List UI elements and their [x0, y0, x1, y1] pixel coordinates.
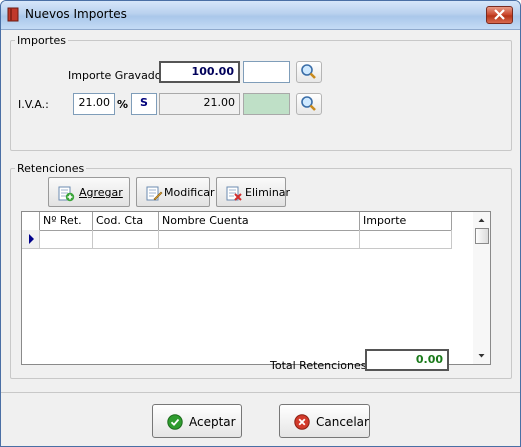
- importe-gravado-search-button[interactable]: [296, 61, 322, 83]
- current-row-arrow-icon: [29, 234, 34, 244]
- total-retenciones-field: 0.00: [365, 349, 449, 371]
- add-document-icon: [58, 186, 75, 202]
- eliminar-button[interactable]: Eliminar: [216, 177, 290, 207]
- iva-rate-field[interactable]: 21.00: [73, 93, 115, 115]
- delete-document-icon: [226, 186, 242, 201]
- close-button[interactable]: [486, 6, 513, 24]
- column-header-nro-ret[interactable]: Nº Ret.: [40, 212, 93, 230]
- agregar-label: Agregar: [79, 186, 123, 199]
- cancel-label: Cancelar: [316, 415, 369, 429]
- title-bar[interactable]: Nuevos Importes: [1, 1, 520, 30]
- table-row[interactable]: [22, 230, 452, 249]
- column-header-importe[interactable]: Importe: [360, 212, 452, 230]
- magnifier-icon: [301, 64, 316, 79]
- iva-search-button[interactable]: [296, 93, 322, 115]
- cell-nombre-cuenta[interactable]: [159, 230, 360, 248]
- cell-nro-ret[interactable]: [40, 230, 93, 248]
- checkmark-icon: [167, 414, 183, 430]
- iva-extra-field: [243, 93, 290, 115]
- importe-gravado-label: Importe Gravado:: [68, 69, 166, 82]
- window-title: Nuevos Importes: [25, 7, 127, 21]
- agregar-button[interactable]: Agregar: [48, 177, 130, 207]
- magnifier-icon: [301, 96, 316, 111]
- importe-gravado-field[interactable]: 100.00: [159, 61, 240, 83]
- eliminar-label: Eliminar: [245, 186, 291, 199]
- cancel-icon: [294, 414, 310, 430]
- iva-flag-field[interactable]: S: [131, 93, 157, 115]
- grid-header: Nº Ret. Cod. Cta Nombre Cuenta Importe: [22, 212, 452, 231]
- percent-sign: %: [117, 98, 129, 111]
- scroll-up-arrow-icon[interactable]: [473, 214, 490, 226]
- edit-document-icon: [146, 186, 163, 201]
- total-retenciones-label: Total Retenciones:: [270, 359, 371, 372]
- accept-button[interactable]: Aceptar: [152, 404, 242, 438]
- importes-legend: Importes: [17, 34, 67, 47]
- dialog-body: Importes Importe Gravado: 100.00 I.V.A.:…: [1, 30, 520, 446]
- dialog-window: Nuevos Importes Importes Importe Gravado…: [0, 0, 521, 447]
- footer-divider: [1, 392, 520, 393]
- row-indicator: [22, 230, 40, 248]
- grid-vertical-scrollbar[interactable]: [473, 212, 490, 364]
- close-icon: [494, 9, 505, 20]
- retenciones-legend: Retenciones: [17, 162, 85, 175]
- cancel-button[interactable]: Cancelar: [279, 404, 370, 438]
- cell-importe[interactable]: [360, 230, 452, 248]
- importe-gravado-extra-field[interactable]: [243, 61, 290, 83]
- accept-label: Aceptar: [189, 415, 236, 429]
- iva-label: I.V.A.:: [18, 98, 49, 111]
- modificar-label: Modificar: [164, 186, 215, 199]
- cell-cod-cta[interactable]: [93, 230, 159, 248]
- column-header-cod-cta[interactable]: Cod. Cta: [93, 212, 159, 230]
- modificar-button[interactable]: Modificar: [136, 177, 215, 207]
- scroll-down-arrow-icon[interactable]: [473, 350, 490, 362]
- scroll-thumb[interactable]: [475, 228, 489, 244]
- grid-header-indicator: [22, 212, 40, 230]
- book-icon: [7, 7, 19, 22]
- retenciones-grid[interactable]: Nº Ret. Cod. Cta Nombre Cuenta Importe: [21, 211, 491, 365]
- iva-amount-field: 21.00: [159, 93, 240, 115]
- column-header-nombre-cuenta[interactable]: Nombre Cuenta: [159, 212, 360, 230]
